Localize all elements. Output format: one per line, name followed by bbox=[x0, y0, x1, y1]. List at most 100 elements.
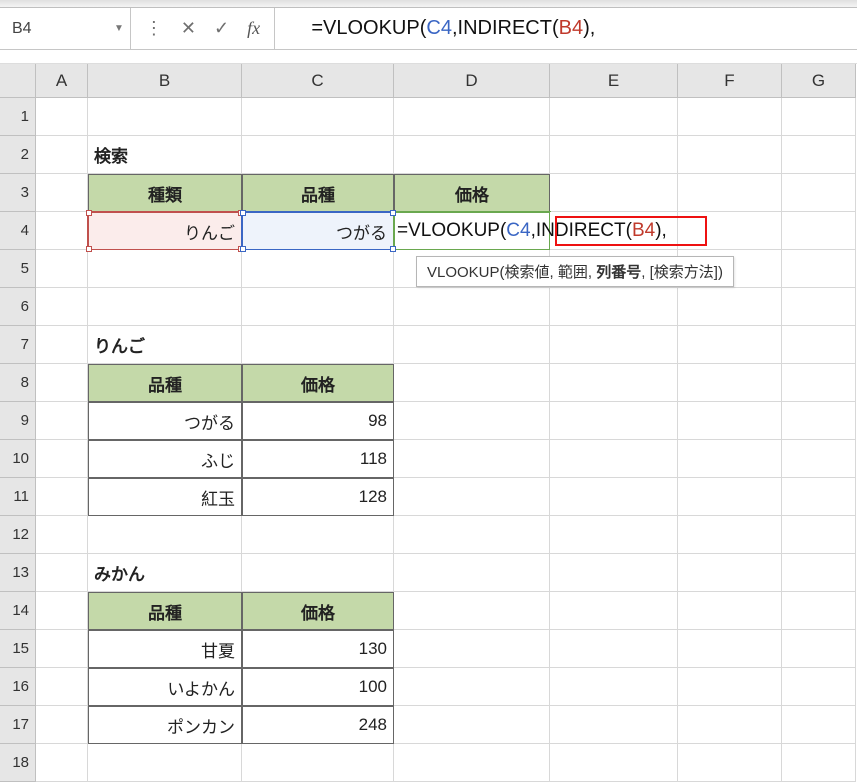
namebox-dropdown-icon[interactable]: ▼ bbox=[108, 23, 124, 34]
cell[interactable] bbox=[36, 402, 88, 440]
cell[interactable] bbox=[36, 326, 88, 364]
cell[interactable] bbox=[394, 98, 550, 136]
cell[interactable] bbox=[782, 516, 856, 554]
cell[interactable]: =VLOOKUP(C4,INDIRECT(B4), bbox=[394, 212, 550, 250]
cell[interactable] bbox=[36, 516, 88, 554]
row-header[interactable]: 12 bbox=[0, 516, 36, 554]
fx-icon[interactable]: fx bbox=[247, 18, 260, 39]
cell[interactable] bbox=[782, 592, 856, 630]
cell[interactable]: 品種 bbox=[88, 364, 242, 402]
cell[interactable]: ポンカン bbox=[88, 706, 242, 744]
cancel-icon[interactable]: ✕ bbox=[181, 18, 196, 39]
cell[interactable] bbox=[394, 326, 550, 364]
cell[interactable]: 価格 bbox=[242, 364, 394, 402]
cell[interactable] bbox=[550, 288, 678, 326]
cell[interactable] bbox=[36, 212, 88, 250]
cell[interactable] bbox=[550, 364, 678, 402]
cell[interactable] bbox=[88, 744, 242, 782]
cell[interactable]: 紅玉 bbox=[88, 478, 242, 516]
cell-editing-formula[interactable]: =VLOOKUP(C4,INDIRECT(B4), bbox=[395, 220, 667, 242]
cell[interactable] bbox=[242, 516, 394, 554]
cell[interactable] bbox=[36, 478, 88, 516]
cell[interactable] bbox=[88, 516, 242, 554]
cell[interactable] bbox=[550, 174, 678, 212]
cell[interactable] bbox=[678, 212, 782, 250]
dots-icon[interactable]: ⋮ bbox=[145, 18, 163, 39]
cell[interactable] bbox=[394, 402, 550, 440]
cell[interactable] bbox=[36, 288, 88, 326]
cell[interactable] bbox=[394, 516, 550, 554]
cell[interactable] bbox=[242, 98, 394, 136]
cell[interactable]: 甘夏 bbox=[88, 630, 242, 668]
cell[interactable] bbox=[550, 478, 678, 516]
cell[interactable] bbox=[678, 136, 782, 174]
cell[interactable]: つがる bbox=[88, 402, 242, 440]
cell[interactable] bbox=[782, 706, 856, 744]
select-all-corner[interactable] bbox=[0, 64, 36, 98]
cell[interactable] bbox=[782, 364, 856, 402]
cell[interactable] bbox=[394, 554, 550, 592]
cell[interactable] bbox=[550, 592, 678, 630]
cell[interactable] bbox=[36, 98, 88, 136]
cell[interactable]: りんご bbox=[88, 326, 242, 364]
cell[interactable] bbox=[36, 440, 88, 478]
cell[interactable] bbox=[394, 668, 550, 706]
cell[interactable] bbox=[36, 364, 88, 402]
cell[interactable] bbox=[394, 478, 550, 516]
cell[interactable]: 130 bbox=[242, 630, 394, 668]
cell[interactable] bbox=[782, 440, 856, 478]
cell[interactable] bbox=[550, 440, 678, 478]
cell[interactable] bbox=[782, 668, 856, 706]
cell[interactable] bbox=[550, 668, 678, 706]
row-header[interactable]: 3 bbox=[0, 174, 36, 212]
cell[interactable]: 128 bbox=[242, 478, 394, 516]
column-header[interactable]: B bbox=[88, 64, 242, 98]
cell[interactable] bbox=[550, 326, 678, 364]
row-header[interactable]: 4 bbox=[0, 212, 36, 250]
cell[interactable] bbox=[550, 554, 678, 592]
cell[interactable]: りんご bbox=[88, 212, 242, 250]
cell[interactable] bbox=[36, 630, 88, 668]
cell[interactable] bbox=[678, 630, 782, 668]
cell[interactable] bbox=[550, 98, 678, 136]
cell[interactable]: 100 bbox=[242, 668, 394, 706]
row-header[interactable]: 18 bbox=[0, 744, 36, 782]
cell[interactable] bbox=[36, 174, 88, 212]
cell[interactable] bbox=[36, 554, 88, 592]
cell[interactable]: 価格 bbox=[394, 174, 550, 212]
cell[interactable] bbox=[782, 250, 856, 288]
row-header[interactable]: 1 bbox=[0, 98, 36, 136]
cell[interactable]: 248 bbox=[242, 706, 394, 744]
row-header[interactable]: 16 bbox=[0, 668, 36, 706]
cell[interactable] bbox=[550, 744, 678, 782]
cell[interactable] bbox=[678, 592, 782, 630]
cell[interactable]: 検索 bbox=[88, 136, 242, 174]
cell[interactable]: いよかん bbox=[88, 668, 242, 706]
cell[interactable] bbox=[242, 288, 394, 326]
row-header[interactable]: 11 bbox=[0, 478, 36, 516]
cell[interactable] bbox=[678, 744, 782, 782]
cell[interactable] bbox=[36, 592, 88, 630]
formula-input[interactable]: =VLOOKUP(C4,INDIRECT(B4), bbox=[275, 0, 857, 63]
cell[interactable] bbox=[782, 554, 856, 592]
cell[interactable] bbox=[678, 98, 782, 136]
cell[interactable] bbox=[394, 364, 550, 402]
row-header[interactable]: 6 bbox=[0, 288, 36, 326]
cell[interactable] bbox=[782, 478, 856, 516]
cell[interactable] bbox=[678, 174, 782, 212]
row-header[interactable]: 13 bbox=[0, 554, 36, 592]
column-header[interactable]: A bbox=[36, 64, 88, 98]
cell[interactable] bbox=[550, 516, 678, 554]
cell[interactable] bbox=[678, 554, 782, 592]
cell[interactable] bbox=[678, 440, 782, 478]
cell[interactable] bbox=[678, 668, 782, 706]
cell[interactable] bbox=[394, 592, 550, 630]
cell[interactable] bbox=[550, 630, 678, 668]
row-header[interactable]: 9 bbox=[0, 402, 36, 440]
cell[interactable] bbox=[782, 136, 856, 174]
row-header[interactable]: 2 bbox=[0, 136, 36, 174]
cell[interactable] bbox=[678, 516, 782, 554]
cell[interactable] bbox=[36, 706, 88, 744]
spreadsheet-grid[interactable]: ABCDEFG12検索3種類品種価格4りんごつがる=VLOOKUP(C4,IND… bbox=[0, 64, 857, 782]
column-header[interactable]: G bbox=[782, 64, 856, 98]
